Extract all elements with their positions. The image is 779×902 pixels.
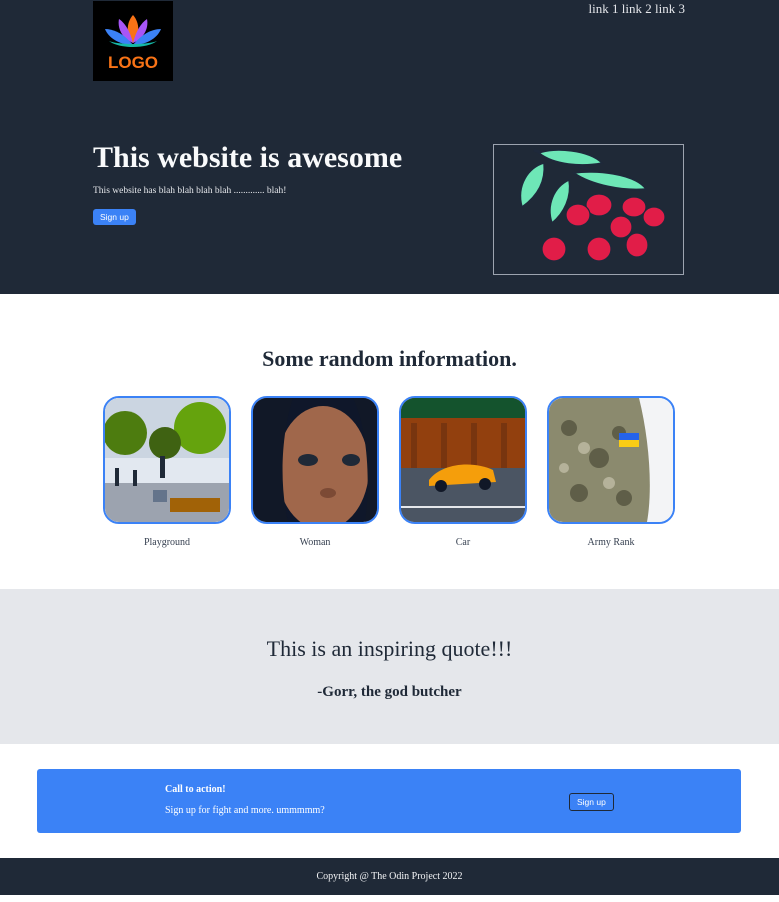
site-logo[interactable]: LOGO <box>93 1 173 81</box>
hero-signup-button[interactable]: Sign up <box>93 209 136 225</box>
card-caption: Car <box>455 537 471 548</box>
copyright-text: Copyright @ The Odin Project 2022 <box>316 871 463 882</box>
car-photo-icon <box>401 398 525 522</box>
nav-link-1[interactable]: link 1 <box>589 1 619 16</box>
car-image <box>399 396 527 524</box>
footer: Copyright @ The Odin Project 2022 <box>0 858 779 895</box>
army-rank-photo-icon <box>549 398 673 522</box>
playground-image <box>103 396 231 524</box>
nav-link-2[interactable]: link 2 <box>622 1 652 16</box>
hero-subtitle: This website has blah blah blah blah ...… <box>93 186 287 196</box>
info-card-army-rank: Army Rank <box>547 396 675 548</box>
cta-title: Call to action! <box>165 784 226 795</box>
lotus-logo-icon: LOGO <box>105 15 161 72</box>
quote-author: -Gorr, the god butcher <box>317 684 462 700</box>
cta-text: Sign up for fight and more. ummmmm? <box>165 805 325 816</box>
card-caption: Playground <box>143 537 191 548</box>
hero-image <box>493 144 684 275</box>
playground-photo-icon <box>105 398 229 522</box>
svg-text:LOGO: LOGO <box>108 53 158 72</box>
info-card-playground: Playground <box>103 396 231 548</box>
quote-section: This is an inspiring quote!!! -Gorr, the… <box>0 589 779 744</box>
call-to-action-box: Call to action! Sign up for fight and mo… <box>37 769 741 833</box>
hero-section: LOGO link 1 link 2 link 3 This website i… <box>0 0 779 294</box>
card-caption: Army Rank <box>587 537 635 548</box>
top-nav: link 1 link 2 link 3 <box>589 1 685 17</box>
hero-title: This website is awesome <box>93 141 403 174</box>
card-caption: Woman <box>299 537 331 548</box>
info-card-car: Car <box>399 396 527 548</box>
woman-image <box>251 396 379 524</box>
cta-signup-button[interactable]: Sign up <box>569 793 614 811</box>
info-section-title: Some random information. <box>262 346 517 371</box>
woman-photo-icon <box>253 398 377 522</box>
info-card-woman: Woman <box>251 396 379 548</box>
berries-illustration-icon <box>519 148 666 262</box>
army-rank-image <box>547 396 675 524</box>
quote-text: This is an inspiring quote!!! <box>266 636 513 661</box>
nav-link-3[interactable]: link 3 <box>655 1 685 16</box>
